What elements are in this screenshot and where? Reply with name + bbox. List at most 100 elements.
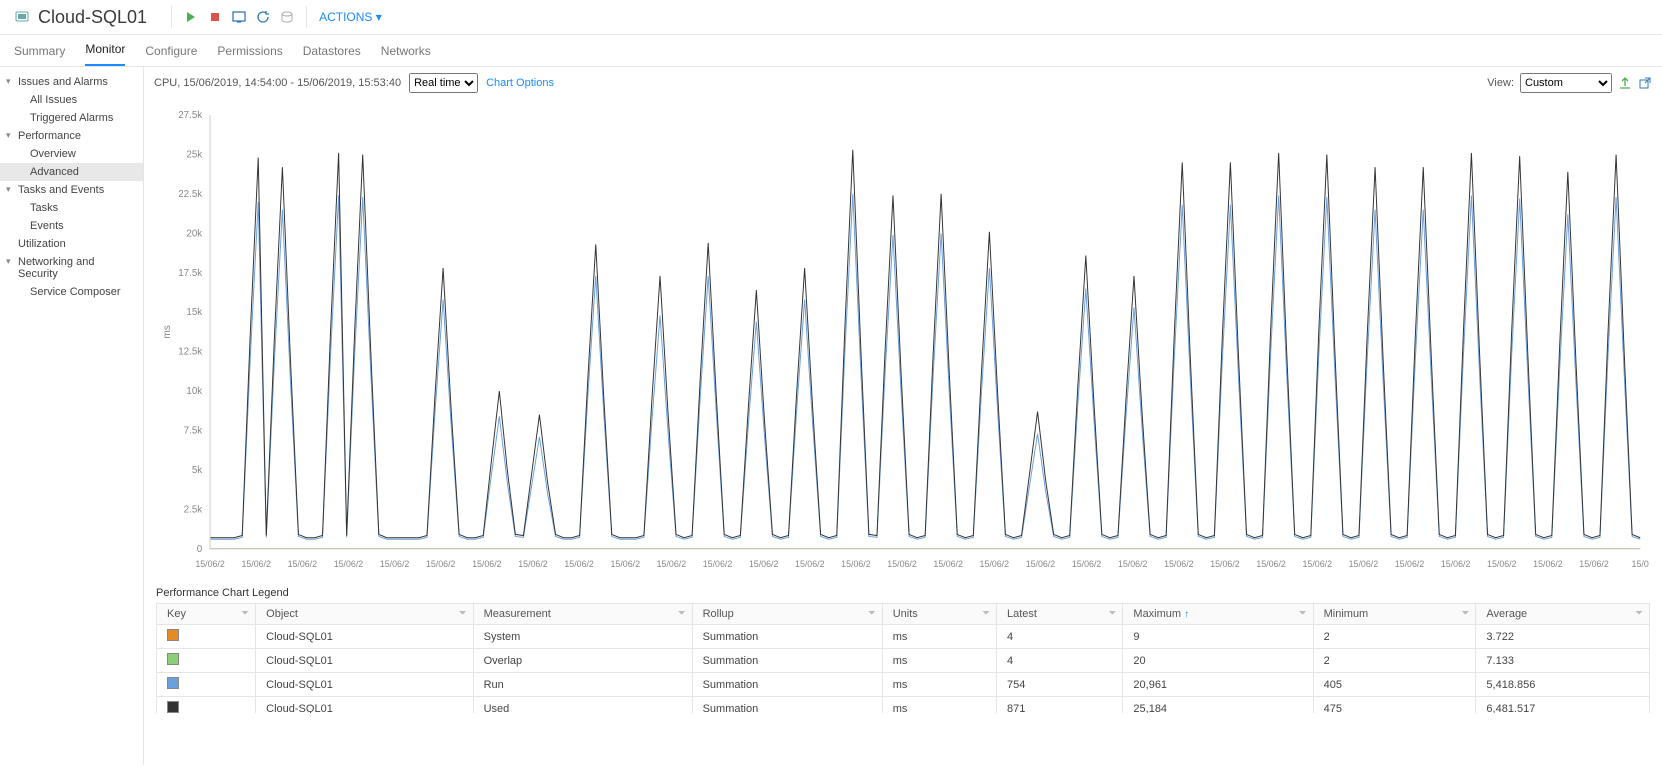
cell-units: ms: [882, 673, 996, 697]
cell-object: Cloud-SQL01: [256, 649, 473, 673]
svg-text:12.5k: 12.5k: [178, 347, 202, 358]
legend-swatch: [167, 653, 179, 665]
main-content: CPU, 15/06/2019, 14:54:00 - 15/06/2019, …: [144, 67, 1662, 765]
cell-measurement: Run: [473, 673, 692, 697]
nav-item-service-composer[interactable]: Service Composer: [0, 283, 143, 301]
filter-icon[interactable]: ⏷: [1299, 608, 1307, 619]
legend-col-average[interactable]: Average⏷: [1476, 604, 1650, 625]
view-label: View:: [1487, 77, 1514, 89]
cell-maximum: 9: [1123, 625, 1313, 649]
cell-minimum: 405: [1313, 673, 1476, 697]
filter-icon[interactable]: ⏷: [459, 608, 467, 619]
filter-icon[interactable]: ⏷: [678, 608, 686, 619]
tab-summary[interactable]: Summary: [14, 36, 65, 66]
disk-icon[interactable]: [280, 10, 294, 24]
legend-swatch: [167, 701, 179, 713]
nav-group-tasks-and-events[interactable]: Tasks and Events: [0, 181, 143, 199]
nav-item-overview[interactable]: Overview: [0, 145, 143, 163]
svg-text:7.5k: 7.5k: [184, 425, 203, 436]
tab-monitor[interactable]: Monitor: [85, 34, 125, 66]
svg-text:15/06/2: 15/06/2: [334, 559, 364, 569]
nav-group-networking-and-security[interactable]: Networking and Security: [0, 253, 143, 283]
filter-icon[interactable]: ⏷: [1108, 608, 1116, 619]
tab-permissions[interactable]: Permissions: [217, 36, 282, 66]
chart-options-link[interactable]: Chart Options: [486, 77, 554, 89]
svg-text:15/06/2: 15/06/2: [657, 559, 687, 569]
cell-latest: 4: [996, 625, 1122, 649]
cell-units: ms: [882, 697, 996, 714]
legend-title: Performance Chart Legend: [156, 587, 1650, 599]
svg-text:27.5k: 27.5k: [178, 110, 202, 121]
popout-icon[interactable]: [1638, 76, 1652, 90]
nav-item-advanced[interactable]: Advanced: [0, 163, 143, 181]
legend-row[interactable]: Cloud-SQL01UsedSummationms87125,1844756,…: [157, 697, 1650, 714]
realtime-select[interactable]: Real time: [409, 73, 478, 93]
tab-configure[interactable]: Configure: [145, 36, 197, 66]
cell-object: Cloud-SQL01: [256, 673, 473, 697]
page-title: Cloud-SQL01: [38, 7, 147, 28]
nav-item-triggered-alarms[interactable]: Triggered Alarms: [0, 109, 143, 127]
legend-header-row: Key⏷Object⏷Measurement⏷Rollup⏷Units⏷Late…: [157, 604, 1650, 625]
svg-text:17.5k: 17.5k: [178, 268, 202, 279]
legend-swatch: [167, 629, 179, 641]
nav-item-tasks[interactable]: Tasks: [0, 199, 143, 217]
svg-text:15/06/2: 15/06/2: [1349, 559, 1379, 569]
filter-icon[interactable]: ⏷: [982, 608, 990, 619]
export-icon[interactable]: [1618, 76, 1632, 90]
tab-networks[interactable]: Networks: [381, 36, 431, 66]
filter-icon[interactable]: ⏷: [1635, 608, 1643, 619]
tab-datastores[interactable]: Datastores: [303, 36, 361, 66]
cell-average: 6,481.517: [1476, 697, 1650, 714]
legend-col-units[interactable]: Units⏷: [882, 604, 996, 625]
svg-text:15/06/2: 15/06/2: [1118, 559, 1148, 569]
vm-icon: [14, 9, 30, 25]
cell-latest: 754: [996, 673, 1122, 697]
refresh-icon[interactable]: [256, 10, 270, 24]
filter-icon[interactable]: ⏷: [868, 608, 876, 619]
nav-item-events[interactable]: Events: [0, 217, 143, 235]
svg-text:15/06/2: 15/06/2: [195, 559, 225, 569]
legend-col-object[interactable]: Object⏷: [256, 604, 473, 625]
legend-col-rollup[interactable]: Rollup⏷: [692, 604, 882, 625]
legend-row[interactable]: Cloud-SQL01RunSummationms75420,9614055,4…: [157, 673, 1650, 697]
view-select[interactable]: Custom: [1520, 73, 1612, 93]
legend-col-maximum[interactable]: Maximum↑⏷: [1123, 604, 1313, 625]
legend-section: Performance Chart Legend Key⏷Object⏷Meas…: [144, 579, 1662, 713]
legend-col-measurement[interactable]: Measurement⏷: [473, 604, 692, 625]
svg-text:15/06/2: 15/06/2: [1164, 559, 1194, 569]
nav-group-issues-and-alarms[interactable]: Issues and Alarms: [0, 73, 143, 91]
svg-text:15/06/2: 15/06/2: [1210, 559, 1240, 569]
actions-dropdown[interactable]: ACTIONS ▾: [307, 10, 394, 24]
svg-text:15/06/2: 15/06/2: [749, 559, 779, 569]
cell-rollup: Summation: [692, 625, 882, 649]
cell-latest: 4: [996, 649, 1122, 673]
legend-col-key[interactable]: Key⏷: [157, 604, 256, 625]
play-icon[interactable]: [184, 10, 198, 24]
console-icon[interactable]: [232, 10, 246, 24]
svg-text:15/06/2: 15/06/2: [980, 559, 1010, 569]
svg-text:0: 0: [197, 544, 203, 555]
nav-item-all-issues[interactable]: All Issues: [0, 91, 143, 109]
chart-range: CPU, 15/06/2019, 14:54:00 - 15/06/2019, …: [154, 77, 401, 89]
svg-text:15/06/2: 15/06/2: [472, 559, 502, 569]
cell-maximum: 20: [1123, 649, 1313, 673]
filter-icon[interactable]: ⏷: [241, 608, 249, 619]
chart-header: CPU, 15/06/2019, 14:54:00 - 15/06/2019, …: [144, 67, 1662, 99]
cell-rollup: Summation: [692, 649, 882, 673]
nav-group-performance[interactable]: Performance: [0, 127, 143, 145]
chevron-down-icon: ▾: [376, 10, 382, 24]
svg-text:15/06/2: 15/06/2: [933, 559, 963, 569]
svg-text:15/06/2: 15/06/2: [841, 559, 871, 569]
legend-col-minimum[interactable]: Minimum⏷: [1313, 604, 1476, 625]
stop-icon[interactable]: [208, 10, 222, 24]
svg-text:15/06/2: 15/06/2: [241, 559, 271, 569]
svg-text:15/06/2: 15/06/2: [1026, 559, 1056, 569]
svg-text:15/06/2: 15/06/2: [288, 559, 318, 569]
legend-row[interactable]: Cloud-SQL01SystemSummationms4923.722: [157, 625, 1650, 649]
legend-row[interactable]: Cloud-SQL01OverlapSummationms42027.133: [157, 649, 1650, 673]
cell-measurement: System: [473, 625, 692, 649]
cell-average: 5,418.856: [1476, 673, 1650, 697]
nav-group-utilization[interactable]: Utilization: [0, 235, 143, 253]
filter-icon[interactable]: ⏷: [1461, 608, 1469, 619]
legend-col-latest[interactable]: Latest⏷: [996, 604, 1122, 625]
